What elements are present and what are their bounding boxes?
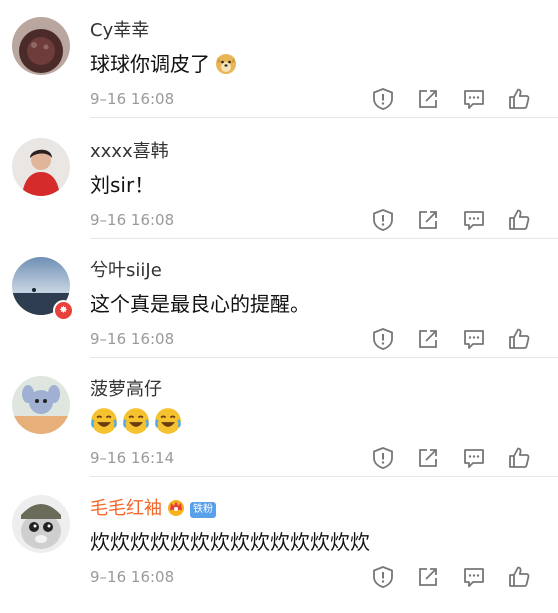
report-icon[interactable]: [370, 86, 396, 112]
share-icon[interactable]: [415, 445, 441, 471]
share-icon[interactable]: [415, 564, 441, 590]
comment-actions: [370, 86, 530, 112]
comment-actions: [370, 445, 530, 471]
comment-actions: [370, 207, 530, 233]
reply-icon[interactable]: [461, 207, 487, 233]
timestamp: 9–16 16:08: [90, 211, 175, 229]
comment-item: xxxx喜韩 刘sir！ 9–16 16:08: [0, 121, 558, 239]
username-text: 毛毛红袖: [90, 498, 162, 519]
timestamp: 9–16 16:08: [90, 568, 175, 586]
comment-text: 球球你调皮了: [90, 48, 238, 77]
comment-text: [90, 407, 182, 436]
like-icon[interactable]: [506, 207, 532, 233]
comment-text-content: 球球你调皮了: [90, 52, 210, 76]
avatar[interactable]: [12, 17, 70, 75]
timestamp: 9–16 16:08: [90, 330, 175, 348]
laughing-emoji-icon: [123, 408, 149, 434]
report-icon[interactable]: [370, 445, 396, 471]
avatar[interactable]: [12, 495, 70, 553]
report-icon[interactable]: [370, 207, 396, 233]
crown-icon: [168, 500, 184, 516]
avatar[interactable]: [12, 138, 70, 196]
reply-icon[interactable]: [461, 86, 487, 112]
comment-actions: [370, 564, 530, 590]
username[interactable]: Cy幸幸: [90, 16, 149, 42]
verified-badge-icon: ✸: [53, 300, 74, 321]
like-icon[interactable]: [506, 326, 532, 352]
report-icon[interactable]: [370, 564, 396, 590]
divider: [90, 238, 558, 239]
laughing-emoji-icon: [91, 408, 117, 434]
reply-icon[interactable]: [461, 564, 487, 590]
username[interactable]: xxxx喜韩: [90, 137, 169, 163]
comment-list: Cy幸幸 球球你调皮了 9–16 16:08 xxxx喜韩 刘sir！ 9–16…: [0, 0, 558, 613]
comment-item: Cy幸幸 球球你调皮了 9–16 16:08: [0, 0, 558, 118]
comment-item: ✸ 兮叶siiJe 这个真是最良心的提醒。 9–16 16:08: [0, 240, 558, 358]
comment-text: 刘sir！: [90, 173, 155, 197]
avatar[interactable]: [12, 376, 70, 434]
timestamp: 9–16 16:14: [90, 449, 175, 467]
reply-icon[interactable]: [461, 445, 487, 471]
comment-item: 毛毛红袖 铁粉 炊炊炊炊炊炊炊炊炊炊炊炊炊炊 9–16 16:08: [0, 478, 558, 596]
like-icon[interactable]: [506, 564, 532, 590]
like-icon[interactable]: [506, 445, 532, 471]
share-icon[interactable]: [415, 207, 441, 233]
comment-item: 菠萝高仔 9–16 16:14: [0, 359, 558, 477]
comment-text: 这个真是最良心的提醒。: [90, 292, 310, 316]
reply-icon[interactable]: [461, 326, 487, 352]
laughing-emoji-icon: [155, 408, 181, 434]
divider: [90, 357, 558, 358]
share-icon[interactable]: [415, 326, 441, 352]
username[interactable]: 毛毛红袖 铁粉: [90, 494, 216, 520]
comment-actions: [370, 326, 530, 352]
timestamp: 9–16 16:08: [90, 90, 175, 108]
comment-text: 炊炊炊炊炊炊炊炊炊炊炊炊炊炊: [90, 530, 370, 554]
divider: [90, 117, 558, 118]
username[interactable]: 菠萝高仔: [90, 375, 162, 401]
share-icon[interactable]: [415, 86, 441, 112]
divider: [90, 476, 558, 477]
username[interactable]: 兮叶siiJe: [90, 256, 162, 282]
report-icon[interactable]: [370, 326, 396, 352]
doge-emoji-icon: [216, 54, 236, 74]
like-icon[interactable]: [506, 86, 532, 112]
fan-badge: 铁粉: [190, 502, 216, 518]
